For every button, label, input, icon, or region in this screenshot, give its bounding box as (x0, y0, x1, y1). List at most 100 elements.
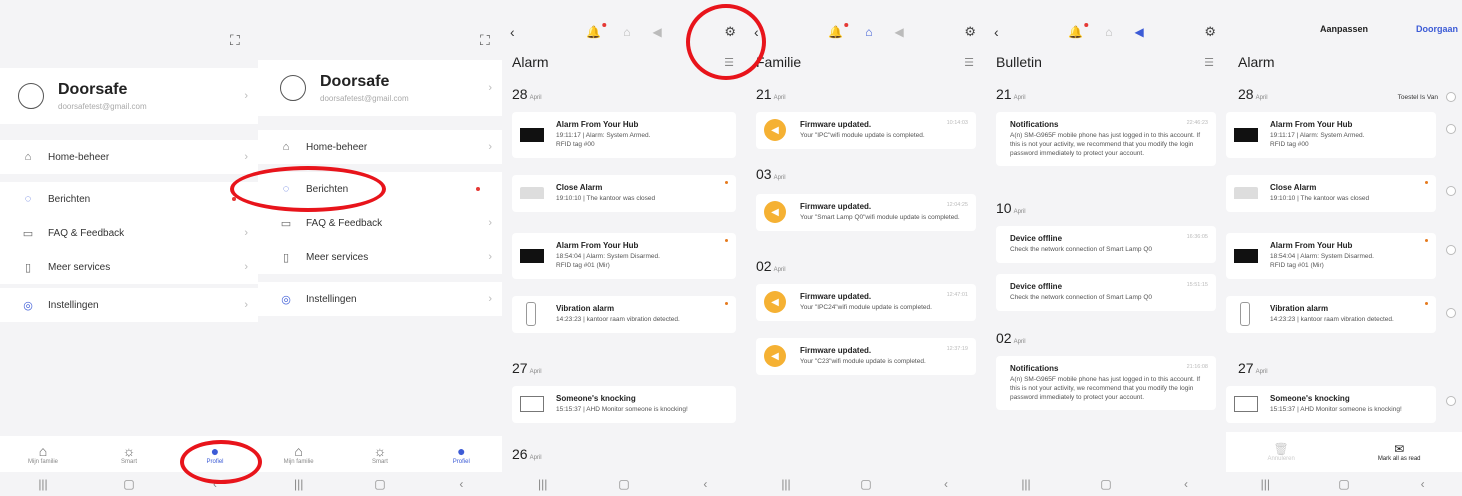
alarm-category-icon[interactable]: 🔔 (1068, 23, 1089, 39)
message-card[interactable]: 22:46:23 Notifications A(n) SM-G965F mob… (996, 112, 1216, 167)
delete-button[interactable]: 🗑 Annuleren (1267, 442, 1294, 462)
alarm-category-icon[interactable]: 🔔 (586, 23, 607, 39)
home-button-icon[interactable]: ▢ (851, 477, 881, 491)
home-category-icon[interactable]: ⌂ (623, 25, 630, 39)
profile-header[interactable]: Doorsafe doorsafetest@gmail.com › (258, 60, 502, 116)
profile-header[interactable]: Doorsafe doorsafetest@gmail.com › (0, 68, 258, 124)
gear-icon[interactable]: ⚙ (1204, 24, 1216, 40)
message-card[interactable]: Alarm From Your Hub 18:54:04 | Alarm: Sy… (1226, 233, 1436, 279)
recent-apps-icon[interactable]: ||| (284, 477, 314, 491)
edit-list-icon[interactable]: ☰ (964, 56, 974, 69)
system-nav-bar: ||| ▢ ‹ (986, 472, 1226, 496)
select-radio[interactable] (1446, 124, 1456, 134)
select-all-radio[interactable] (1446, 92, 1456, 102)
tab-profiel[interactable]: ● Profiel (431, 443, 491, 465)
menu-item-home-beheer[interactable]: ⌂ Home-beheer › (0, 140, 258, 174)
select-radio[interactable] (1446, 308, 1456, 318)
home-button-icon[interactable]: ▢ (1091, 477, 1121, 491)
device-filter-label[interactable]: Toestel Is Van (1398, 94, 1438, 101)
menu-item-home-beheer[interactable]: ⌂ Home-beheer › (258, 130, 502, 164)
select-radio[interactable] (1446, 245, 1456, 255)
bulb-icon: ☼ (122, 443, 136, 459)
tab-mijn-familie[interactable]: ⌂ Mijn familie (269, 443, 329, 465)
menu-item-meer-services[interactable]: ▯ Meer services › (0, 250, 258, 284)
bottom-tab-bar: ⌂ Mijn familie ☼ Smart ● Profiel (258, 436, 502, 472)
recent-apps-icon[interactable]: ||| (528, 477, 558, 491)
home-category-icon[interactable]: ⌂ (1105, 25, 1112, 39)
message-card[interactable]: Vibration alarm 14:23:23 | kantoor raam … (512, 296, 736, 333)
date-header: 21 April (996, 86, 1026, 102)
message-card[interactable]: 21:16:08 Notifications A(n) SM-G965F mob… (996, 356, 1216, 411)
date-header: 26 April (512, 446, 542, 462)
menu-item-instellingen[interactable]: ◎ Instellingen › (0, 288, 258, 322)
section-title: Alarm (1238, 54, 1275, 70)
message-card[interactable]: Someone's knocking 15:15:37 | AHD Monito… (512, 386, 736, 423)
message-card[interactable]: ◀ 12:04:25 Firmware updated. Your "Smart… (756, 194, 976, 231)
done-button[interactable]: Doorgaan (1416, 24, 1458, 34)
select-radio[interactable] (1446, 186, 1456, 196)
date-header: 28 April (512, 86, 542, 102)
menu-item-berichten[interactable]: ◌ Berichten (0, 182, 258, 216)
message-card[interactable]: 15:51:15 Device offline Check the networ… (996, 274, 1216, 311)
avatar-icon (18, 83, 44, 109)
home-button-icon[interactable]: ▢ (1329, 477, 1359, 491)
speaker-category-icon[interactable]: ◀ (894, 25, 903, 39)
back-icon[interactable]: ‹ (690, 477, 720, 491)
message-card[interactable]: Alarm From Your Hub 19:11:17 | Alarm: Sy… (1226, 112, 1436, 158)
message-top-bar: ‹ 🔔 ⌂ ◀ ⚙ (746, 20, 986, 44)
house-thumbnail (520, 187, 544, 200)
message-card[interactable]: ◀ 12:37:19 Firmware updated. Your "C23"w… (756, 338, 976, 375)
chevron-right-icon: › (244, 261, 248, 273)
home-button-icon[interactable]: ▢ (114, 477, 144, 491)
speaker-category-icon[interactable]: ◀ (1134, 25, 1143, 39)
recent-apps-icon[interactable]: ||| (1250, 477, 1280, 491)
message-card[interactable]: Close Alarm 19:10:10 | The kantoor was c… (1226, 175, 1436, 212)
menu-item-instellingen[interactable]: ◎ Instellingen › (258, 282, 502, 316)
back-icon[interactable]: ‹ (1408, 477, 1438, 491)
message-card[interactable]: Someone's knocking 15:15:37 | AHD Monito… (1226, 386, 1436, 423)
edit-top-bar: Aanpassen Doorgaan (1226, 24, 1462, 44)
mark-all-read-button[interactable]: ✉ Mark all as read (1378, 442, 1421, 462)
back-icon[interactable]: ‹ (446, 477, 476, 491)
home-category-icon[interactable]: ⌂ (865, 25, 872, 39)
chevron-right-icon: › (488, 251, 492, 263)
system-nav-bar: ||| ▢ ‹ (1226, 472, 1462, 496)
scan-icon[interactable]: ⛶ (230, 32, 240, 49)
back-icon[interactable]: ‹ (1171, 477, 1201, 491)
recent-apps-icon[interactable]: ||| (1011, 477, 1041, 491)
tab-smart[interactable]: ☼ Smart (350, 443, 410, 465)
tab-smart[interactable]: ☼ Smart (99, 443, 159, 465)
recent-apps-icon[interactable]: ||| (28, 477, 58, 491)
chevron-right-icon: › (244, 227, 248, 239)
edit-list-icon[interactable]: ☰ (1204, 56, 1214, 69)
alarm-category-icon[interactable]: 🔔 (828, 23, 849, 39)
home-icon: ⌂ (294, 443, 303, 459)
message-card[interactable]: Close Alarm 19:10:10 | The kantoor was c… (512, 175, 736, 212)
hub-thumbnail (520, 127, 544, 142)
select-radio[interactable] (1446, 396, 1456, 406)
message-card[interactable]: 16:36:05 Device offline Check the networ… (996, 226, 1216, 263)
back-icon[interactable]: ‹ (931, 477, 961, 491)
back-arrow-icon[interactable]: ‹ (994, 24, 999, 40)
scan-icon[interactable]: ⛶ (480, 32, 490, 49)
message-card[interactable]: ◀ 12:47:01 Firmware updated. Your "IPC24… (756, 284, 976, 321)
menu-group-2: ◌ Berichten ▭ FAQ & Feedback › ▯ Meer servic… (0, 182, 258, 284)
avatar-icon (280, 75, 306, 101)
user-email: doorsafetest@gmail.com (320, 94, 409, 103)
message-card[interactable]: Vibration alarm 14:23:23 | kantoor raam … (1226, 296, 1436, 333)
message-card[interactable]: Alarm From Your Hub 18:54:04 | Alarm: Sy… (512, 233, 736, 279)
home-button-icon[interactable]: ▢ (609, 477, 639, 491)
gear-icon[interactable]: ⚙ (964, 24, 976, 40)
message-card[interactable]: ◀ 10:14:03 Firmware updated. Your "IPC"w… (756, 112, 976, 149)
home-button-icon[interactable]: ▢ (365, 477, 395, 491)
system-nav-bar: ||| ▢ ‹ (502, 472, 746, 496)
bookmark-icon: ▯ (282, 251, 290, 264)
section-title: Bulletin (996, 54, 1042, 70)
menu-item-faq[interactable]: ▭ FAQ & Feedback › (0, 216, 258, 250)
back-arrow-icon[interactable]: ‹ (510, 24, 515, 40)
tab-mijn-familie[interactable]: ⌂ Mijn familie (13, 443, 73, 465)
message-card[interactable]: Alarm From Your Hub 19:11:17 | Alarm: Sy… (512, 112, 736, 158)
speaker-category-icon[interactable]: ◀ (652, 25, 661, 39)
menu-item-meer-services[interactable]: ▯ Meer services › (258, 240, 502, 274)
recent-apps-icon[interactable]: ||| (771, 477, 801, 491)
